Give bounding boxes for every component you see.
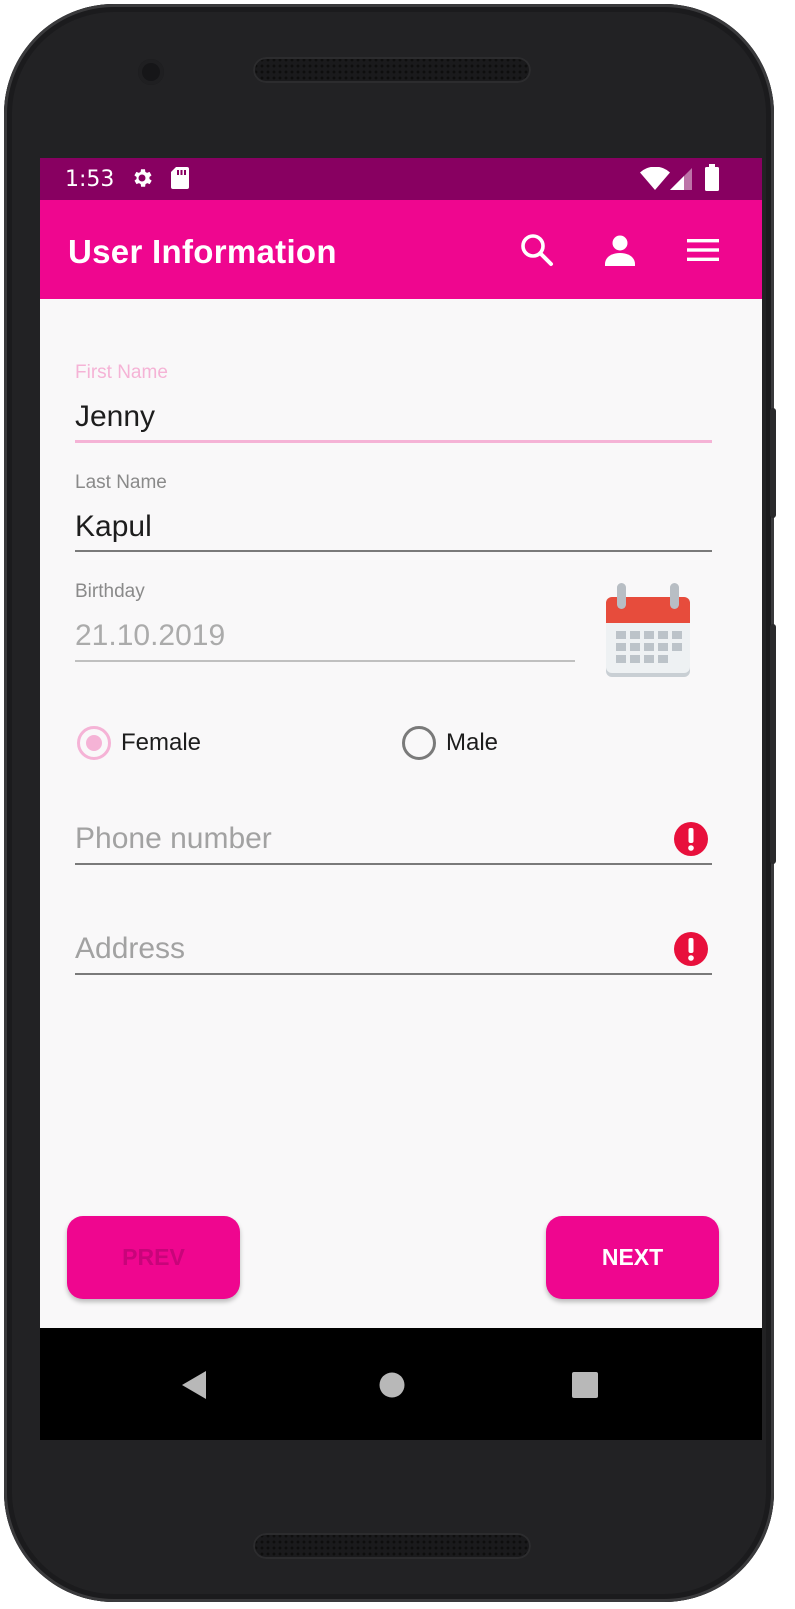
- recents-icon[interactable]: [572, 1372, 598, 1398]
- status-time: 1:53: [65, 167, 115, 192]
- phone-field[interactable]: Phone number: [75, 818, 712, 868]
- prev-button[interactable]: PREV: [67, 1216, 240, 1299]
- gear-icon: [134, 169, 152, 187]
- radio-male-ring: [402, 726, 436, 760]
- next-button-label: NEXT: [601, 1244, 664, 1270]
- last-name-underline: [75, 550, 712, 552]
- home-icon[interactable]: [378, 1371, 406, 1399]
- first-name-label: First Name: [75, 362, 168, 383]
- earpiece-speaker: [253, 57, 531, 83]
- search-icon[interactable]: [517, 230, 557, 270]
- status-bar: 1:53: [40, 158, 762, 200]
- last-name-label: Last Name: [75, 472, 167, 493]
- birthday-input[interactable]: 21.10.2019: [75, 619, 225, 653]
- address-input-placeholder[interactable]: Address: [75, 932, 185, 966]
- prev-button-label: PREV: [122, 1244, 185, 1270]
- address-underline: [75, 973, 712, 975]
- phone-error-icon[interactable]: [673, 821, 709, 857]
- system-nav-bar: [40, 1328, 762, 1440]
- birthday-underline: [75, 660, 575, 662]
- account-icon[interactable]: [600, 230, 640, 270]
- address-error-icon[interactable]: [673, 931, 709, 967]
- last-name-field[interactable]: Last Name Kapul: [75, 472, 712, 554]
- radio-female[interactable]: Female: [77, 724, 277, 764]
- radio-female-ring: [77, 726, 111, 760]
- sd-card-icon: [171, 167, 189, 189]
- wifi-icon: [640, 167, 670, 190]
- radio-male[interactable]: Male: [402, 724, 602, 764]
- phone-frame: 1:53 User Information First Name Jenny L…: [4, 4, 776, 1602]
- app-bar: User Information: [40, 200, 762, 299]
- radio-male-label: Male: [446, 729, 499, 756]
- birthday-field[interactable]: Birthday 21.10.2019: [75, 581, 575, 663]
- back-icon[interactable]: [180, 1370, 208, 1400]
- bottom-speaker: [253, 1533, 531, 1559]
- radio-female-dot: [86, 735, 102, 751]
- page-title: User Information: [68, 233, 337, 270]
- phone-underline: [75, 863, 712, 865]
- battery-icon: [705, 164, 719, 191]
- radio-female-label: Female: [121, 729, 202, 756]
- first-name-input[interactable]: Jenny: [75, 400, 155, 434]
- first-name-underline: [75, 440, 712, 443]
- signal-icon: [670, 168, 692, 190]
- calendar-icon[interactable]: [604, 581, 692, 679]
- address-field[interactable]: Address: [75, 928, 712, 978]
- last-name-input[interactable]: Kapul: [75, 510, 152, 544]
- front-camera: [138, 59, 164, 85]
- next-button[interactable]: NEXT: [546, 1216, 719, 1299]
- power-button: [770, 624, 776, 864]
- volume-button: [770, 408, 776, 518]
- phone-input-placeholder[interactable]: Phone number: [75, 822, 272, 856]
- birthday-label: Birthday: [75, 581, 145, 602]
- first-name-field[interactable]: First Name Jenny: [75, 362, 712, 444]
- menu-icon[interactable]: [683, 230, 723, 270]
- screen: 1:53 User Information First Name Jenny L…: [40, 158, 762, 1440]
